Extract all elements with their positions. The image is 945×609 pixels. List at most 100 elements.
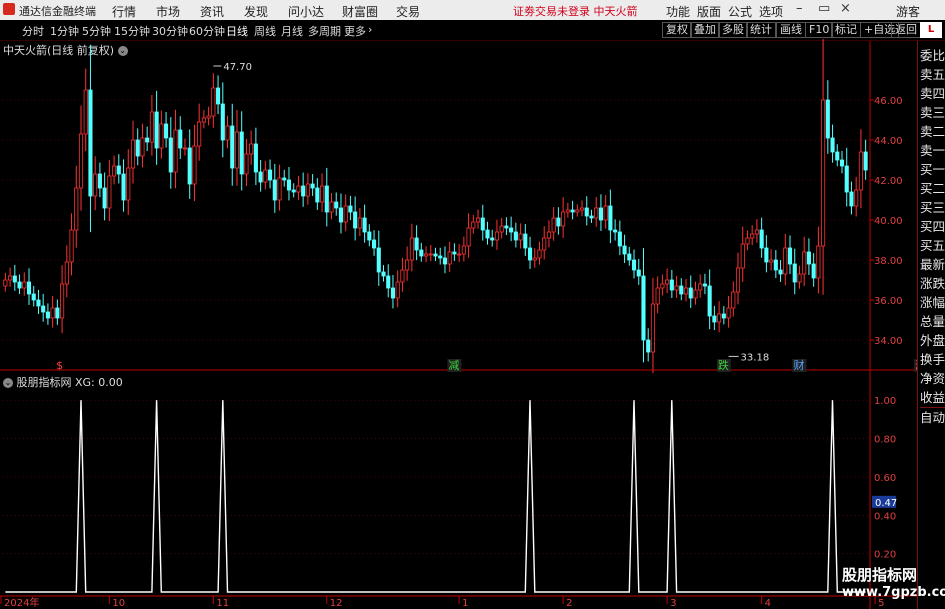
candle-body[interactable] [126, 167, 131, 201]
candle-body[interactable] [707, 285, 712, 317]
sidebar-item[interactable]: 外盘 [920, 331, 945, 350]
candle-body[interactable] [641, 275, 646, 341]
candle-body[interactable] [537, 249, 542, 259]
candle-body[interactable] [792, 263, 797, 283]
candle-body[interactable] [178, 129, 183, 149]
sidebar-item[interactable]: 净资 [920, 369, 945, 388]
candle-body[interactable] [802, 251, 807, 275]
candle-body[interactable] [282, 177, 287, 181]
candle-body[interactable] [764, 247, 769, 263]
candle-body[interactable] [192, 145, 197, 185]
candle-body[interactable] [187, 147, 192, 185]
candle-body[interactable] [135, 139, 140, 157]
candle-body[interactable] [88, 89, 93, 197]
candle-body[interactable] [301, 185, 306, 197]
candle-body[interactable] [22, 281, 27, 289]
candle-body[interactable] [518, 233, 523, 241]
candle-body[interactable] [55, 307, 60, 319]
candle-body[interactable] [386, 275, 391, 289]
candlestick-series[interactable] [3, 38, 868, 374]
candle-body[interactable] [631, 259, 637, 271]
candle-body[interactable] [461, 245, 466, 255]
candle-body[interactable] [320, 185, 325, 203]
candle-body[interactable] [409, 237, 414, 261]
candle-body[interactable] [806, 251, 811, 265]
candle-body[interactable] [343, 205, 348, 223]
candle-body[interactable] [112, 165, 117, 177]
candle-body[interactable] [197, 121, 202, 147]
candle-body[interactable] [45, 311, 50, 319]
candle-body[interactable] [140, 137, 145, 157]
candle-body[interactable] [532, 257, 537, 261]
candle-body[interactable] [622, 245, 627, 255]
candle-body[interactable] [452, 251, 457, 255]
stock-chart[interactable]: 46.00 44.00 42.00 40.00 38.00 36.00 34.00 1.00 0… [0, 0, 917, 609]
candle-body[interactable] [154, 111, 159, 149]
sidebar-item[interactable]: 涨幅 [920, 293, 945, 312]
candle-body[interactable] [509, 227, 514, 233]
candle-body[interactable] [159, 123, 164, 149]
candle-body[interactable] [773, 259, 778, 271]
candle-body[interactable] [249, 143, 254, 155]
candle-body[interactable] [556, 217, 561, 227]
event-marker[interactable]: 减 [448, 359, 459, 372]
candle-body[interactable] [173, 129, 178, 173]
candle-body[interactable] [485, 229, 490, 239]
sidebar-item-auto[interactable]: 自动 [920, 407, 945, 427]
candle-body[interactable] [338, 207, 344, 223]
sidebar-item[interactable]: 卖四 [920, 84, 945, 103]
candle-body[interactable] [504, 225, 509, 229]
sidebar-item[interactable]: 卖二 [920, 122, 945, 141]
candle-body[interactable] [655, 287, 660, 305]
candle-body[interactable] [419, 249, 424, 257]
candle-body[interactable] [579, 207, 585, 211]
candle-body[interactable] [457, 253, 462, 256]
candle-body[interactable] [665, 279, 670, 285]
candle-body[interactable] [50, 307, 55, 319]
candle-body[interactable] [244, 153, 249, 175]
candle-body[interactable] [598, 207, 603, 221]
candle-body[interactable] [683, 287, 689, 295]
candle-body[interactable] [523, 233, 528, 249]
candle-body[interactable] [116, 165, 121, 175]
candle-body[interactable] [863, 151, 868, 171]
candle-body[interactable] [168, 137, 173, 173]
candle-body[interactable] [395, 281, 400, 299]
candle-body[interactable] [381, 271, 386, 277]
sidebar-item[interactable]: 涨跌 [920, 274, 945, 293]
candle-body[interactable] [348, 205, 353, 213]
candle-body[interactable] [12, 275, 17, 283]
candle-body[interactable] [726, 307, 731, 319]
candle-body[interactable] [584, 207, 589, 217]
candle-body[interactable] [315, 187, 320, 203]
sidebar-item[interactable]: 卖五 [920, 65, 945, 84]
candle-body[interactable] [334, 201, 339, 209]
candle-body[interactable] [286, 179, 292, 191]
candle-body[interactable] [849, 191, 854, 207]
candle-body[interactable] [433, 253, 438, 257]
candle-body[interactable] [494, 231, 500, 241]
candle-body[interactable] [78, 133, 84, 189]
candle-body[interactable] [211, 87, 216, 117]
candle-body[interactable] [759, 229, 764, 249]
candle-body[interactable] [561, 211, 566, 227]
candle-body[interactable] [182, 147, 188, 150]
candle-body[interactable] [613, 229, 618, 233]
candle-body[interactable] [83, 89, 88, 135]
sidebar-item[interactable]: 委比 [920, 46, 945, 65]
candle-body[interactable] [376, 247, 381, 273]
candle-body[interactable] [589, 215, 594, 219]
candle-body[interactable] [272, 179, 277, 201]
candle-body[interactable] [268, 169, 273, 181]
candle-body[interactable] [754, 229, 759, 235]
candle-body[interactable] [660, 283, 665, 289]
sidebar-item[interactable]: 买四 [920, 217, 945, 236]
candle-body[interactable] [442, 257, 448, 265]
candle-body[interactable] [830, 137, 835, 153]
candle-body[interactable] [447, 251, 452, 265]
candle-body[interactable] [164, 123, 169, 139]
candle-body[interactable] [769, 259, 774, 263]
sidebar-item[interactable]: 收益 [920, 388, 945, 407]
candle-body[interactable] [220, 103, 225, 141]
candle-body[interactable] [750, 233, 755, 239]
